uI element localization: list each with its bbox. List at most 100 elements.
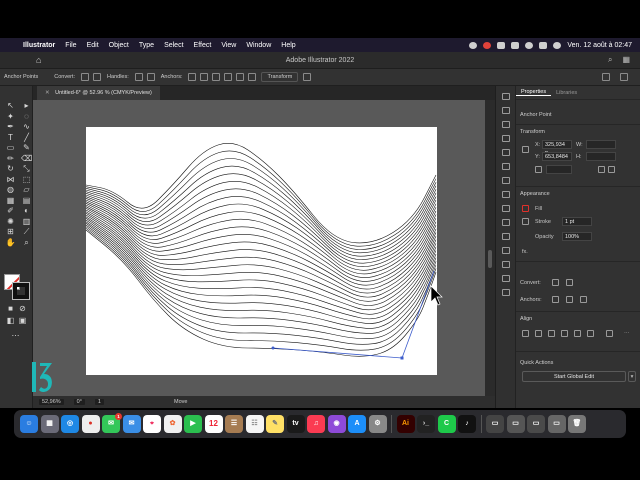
menu-view[interactable]: View	[216, 42, 241, 49]
menu-app-name[interactable]: Illustrator	[18, 42, 60, 49]
h-input[interactable]	[586, 152, 616, 161]
trash-icon[interactable]: 🗑	[568, 415, 586, 433]
selection-tool-icon[interactable]: ↖	[5, 101, 16, 111]
artboard-view[interactable]	[33, 100, 495, 396]
fill-stroke-control[interactable]	[4, 274, 30, 300]
align-icon[interactable]	[236, 73, 245, 81]
notes-icon[interactable]: ✎	[266, 415, 284, 433]
fx-icon[interactable]: fx.	[522, 249, 528, 255]
menu-help[interactable]: Help	[276, 42, 300, 49]
menu-edit[interactable]: Edit	[82, 42, 104, 49]
messages-icon[interactable]: ✉ 1	[102, 413, 122, 433]
graph-tool-icon[interactable]: ▥	[21, 217, 32, 227]
reference-point-icon[interactable]	[522, 146, 529, 153]
perspective-tool-icon[interactable]: ▱	[21, 185, 32, 195]
stroke-swatch-icon[interactable]	[522, 218, 529, 225]
width-tool-icon[interactable]: ⋈	[5, 175, 16, 185]
stroke-panel-icon[interactable]	[501, 191, 510, 198]
brushes-panel-icon[interactable]	[501, 163, 510, 170]
direction-handle[interactable]	[271, 346, 275, 350]
libraries-panel-icon[interactable]	[501, 107, 510, 114]
transform-options-icon[interactable]	[303, 73, 312, 81]
podcasts-icon[interactable]: ◉	[327, 415, 346, 433]
layers-panel-icon[interactable]	[501, 121, 510, 128]
convert-smooth-icon[interactable]	[93, 73, 102, 81]
siri-icon[interactable]	[553, 41, 562, 49]
safari-icon[interactable]: ◎	[61, 415, 79, 433]
more-options-icon[interactable]: ⋯	[624, 331, 630, 337]
graphic-styles-panel-icon[interactable]	[501, 247, 510, 254]
stroke-weight-input[interactable]: 1 pt	[562, 217, 592, 226]
x-input[interactable]: 325,934 p	[542, 140, 572, 156]
document-tab[interactable]: ✕ Untitled-6* @ 52.96 % (CMYK/Preview)	[37, 86, 160, 100]
properties-panel-icon[interactable]	[501, 93, 510, 100]
app-store-icon[interactable]: A	[348, 415, 366, 433]
search-icon[interactable]: ⌕	[608, 55, 612, 65]
blend-tool-icon[interactable]: ◐	[21, 206, 32, 216]
terminal-icon[interactable]: ›_	[417, 415, 435, 433]
align-top-icon[interactable]	[561, 330, 568, 337]
zoom-field[interactable]: 52,96%	[39, 399, 64, 405]
links-panel-icon[interactable]	[501, 289, 510, 296]
stroke-swatch[interactable]	[12, 282, 30, 300]
dock-window-three[interactable]: ▭	[527, 415, 545, 433]
vertical-scrollbar[interactable]	[485, 100, 495, 396]
eraser-tool-icon[interactable]: ⌫	[21, 154, 32, 164]
rotate-input[interactable]	[546, 165, 572, 174]
swatches-panel-icon[interactable]	[501, 149, 510, 156]
type-tool-icon[interactable]: T	[5, 133, 16, 143]
status-app-icon[interactable]	[469, 41, 478, 49]
dock-window-one[interactable]: ▭	[486, 415, 504, 433]
mesh-tool-icon[interactable]: ▦	[5, 196, 16, 206]
panel-menu-icon[interactable]	[620, 73, 628, 81]
direct-selection-tool-icon[interactable]: ▸	[21, 101, 32, 111]
align-left-icon[interactable]	[522, 330, 529, 337]
remove-anchor-panel-icon[interactable]	[552, 296, 559, 303]
appearance-panel-icon[interactable]	[501, 233, 510, 240]
control-center-icon[interactable]	[539, 41, 548, 49]
screen-icon[interactable]	[497, 41, 506, 49]
slice-tool-icon[interactable]: ⟋	[21, 227, 32, 237]
rotate-tool-icon[interactable]: ↻	[5, 164, 16, 174]
dock-window-four[interactable]: ▭	[547, 415, 566, 433]
facetime-icon[interactable]: ▶	[184, 415, 202, 433]
clock[interactable]: Ven. 12 août à 02:47	[567, 42, 632, 49]
align-bottom-icon[interactable]	[587, 330, 594, 337]
transparency-panel-icon[interactable]	[501, 219, 510, 226]
tiktok-icon[interactable]: ♪	[458, 415, 476, 433]
cut-anchor-panel-icon[interactable]	[580, 296, 587, 303]
tab-libraries[interactable]: Libraries	[551, 90, 582, 96]
canvas[interactable]	[33, 100, 495, 396]
align-center-icon[interactable]	[535, 330, 542, 337]
wifi-icon[interactable]	[525, 41, 534, 49]
finder-icon[interactable]: ☺	[20, 415, 38, 433]
photos-icon[interactable]: ✿	[163, 415, 182, 433]
screen-recorder-icon[interactable]: C	[437, 415, 456, 433]
menu-effect[interactable]: Effect	[189, 42, 217, 49]
gradient-tool-icon[interactable]: ▤	[21, 196, 32, 206]
stroke-label[interactable]: Stroke	[535, 219, 551, 225]
free-transform-tool-icon[interactable]: ⬚	[21, 175, 32, 185]
shaper-tool-icon[interactable]: ✏	[5, 154, 16, 164]
anchor-point[interactable]	[400, 356, 404, 360]
connect-anchor-panel-icon[interactable]	[566, 296, 573, 303]
record-icon[interactable]	[483, 41, 492, 49]
opacity-label[interactable]: Opacity	[535, 234, 554, 240]
pen-tool-icon[interactable]: ✒	[5, 122, 16, 132]
system-preferences-icon[interactable]: ⚙	[368, 415, 387, 433]
isolate-icon[interactable]	[224, 73, 233, 81]
connect-anchor-icon[interactable]	[200, 73, 209, 81]
shape-builder-tool-icon[interactable]: ◍	[5, 185, 16, 195]
menu-object[interactable]: Object	[104, 42, 134, 49]
close-tab-icon[interactable]: ✕	[45, 90, 50, 96]
workspace-icon[interactable]	[602, 73, 610, 81]
shape-icon[interactable]	[248, 73, 257, 81]
artboard-tool-icon[interactable]: ⊞	[5, 227, 16, 237]
reminders-icon[interactable]: ☷	[245, 415, 264, 433]
gradient-panel-icon[interactable]	[501, 205, 510, 212]
lasso-tool-icon[interactable]: ◌	[21, 112, 32, 122]
eyedropper-tool-icon[interactable]: ✐	[5, 206, 16, 216]
contacts-icon[interactable]: ☰	[225, 415, 243, 433]
fill-swatch-icon[interactable]	[522, 205, 529, 212]
layers-stack-icon[interactable]	[501, 261, 510, 268]
